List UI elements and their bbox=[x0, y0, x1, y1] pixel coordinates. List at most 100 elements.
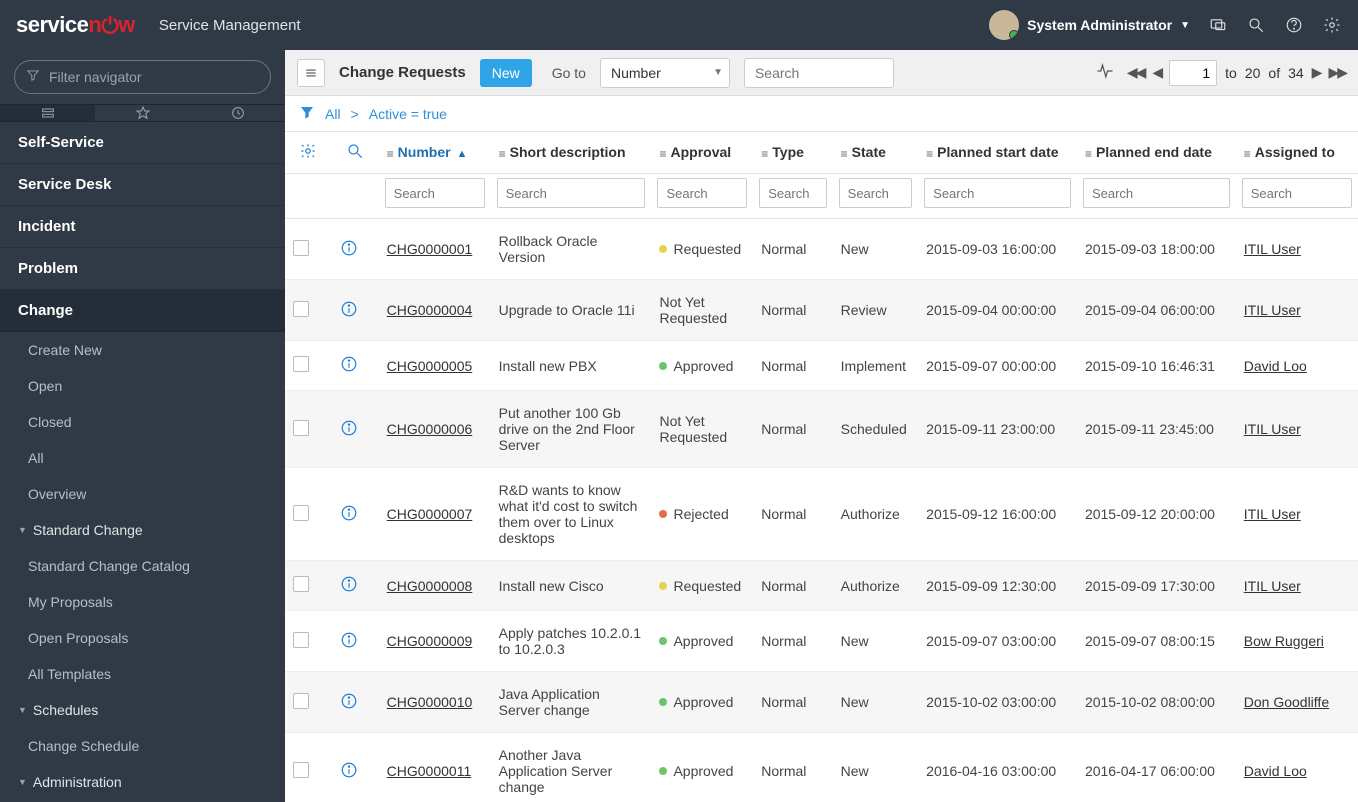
nav-module-all-templates[interactable]: All Templates bbox=[0, 656, 285, 692]
gear-icon[interactable] bbox=[1322, 15, 1342, 35]
number-link[interactable]: CHG0000004 bbox=[387, 302, 473, 318]
column-short-description[interactable]: ≡Short description bbox=[491, 132, 652, 174]
assigned-to-link[interactable]: David Loo bbox=[1244, 763, 1307, 779]
activity-icon[interactable] bbox=[1095, 61, 1115, 84]
column-gear[interactable] bbox=[285, 132, 332, 174]
column-assigned-to[interactable]: ≡Assigned to bbox=[1236, 132, 1358, 174]
column-number[interactable]: ≡Number ▲ bbox=[379, 132, 491, 174]
nav-module-open[interactable]: Open bbox=[0, 368, 285, 404]
status-dot-icon bbox=[659, 698, 667, 706]
search-assigned-to[interactable] bbox=[1242, 178, 1352, 208]
info-icon[interactable] bbox=[340, 636, 358, 652]
nav-group-schedules[interactable]: ▼Schedules bbox=[0, 692, 285, 728]
row-checkbox[interactable] bbox=[293, 632, 309, 648]
funnel-icon[interactable] bbox=[299, 102, 315, 125]
goto-field-select[interactable]: Number ▼ bbox=[600, 58, 730, 88]
number-link[interactable]: CHG0000006 bbox=[387, 421, 473, 437]
breadcrumb-condition[interactable]: Active = true bbox=[369, 106, 447, 122]
info-icon[interactable] bbox=[340, 424, 358, 440]
nav-module-closed[interactable]: Closed bbox=[0, 404, 285, 440]
cell-planned-start: 2015-09-09 12:30:00 bbox=[918, 561, 1077, 611]
search-short-description[interactable] bbox=[497, 178, 646, 208]
info-icon[interactable] bbox=[340, 360, 358, 376]
nav-app-problem[interactable]: Problem bbox=[0, 248, 285, 290]
filter-navigator-input[interactable] bbox=[14, 60, 271, 94]
nav-tab-favorites[interactable] bbox=[95, 105, 190, 121]
assigned-to-link[interactable]: Don Goodliffe bbox=[1244, 694, 1329, 710]
number-link[interactable]: CHG0000010 bbox=[387, 694, 473, 710]
search-number[interactable] bbox=[385, 178, 485, 208]
list-menu-button[interactable] bbox=[297, 59, 325, 87]
row-checkbox[interactable] bbox=[293, 693, 309, 709]
row-checkbox[interactable] bbox=[293, 505, 309, 521]
number-link[interactable]: CHG0000007 bbox=[387, 506, 473, 522]
column-planned-end[interactable]: ≡Planned end date bbox=[1077, 132, 1236, 174]
row-checkbox[interactable] bbox=[293, 576, 309, 592]
nav-app-change[interactable]: Change bbox=[0, 290, 285, 332]
nav-module-all[interactable]: All bbox=[0, 440, 285, 476]
pager-first[interactable]: ◀◀ bbox=[1127, 64, 1145, 81]
nav-tab-all[interactable] bbox=[0, 105, 95, 121]
nav-module-create-new[interactable]: Create New bbox=[0, 332, 285, 368]
info-icon[interactable] bbox=[340, 305, 358, 321]
help-icon[interactable] bbox=[1284, 15, 1304, 35]
cell-state: New bbox=[833, 219, 919, 280]
row-checkbox[interactable] bbox=[293, 356, 309, 372]
row-checkbox[interactable] bbox=[293, 762, 309, 778]
row-checkbox[interactable] bbox=[293, 240, 309, 256]
info-icon[interactable] bbox=[340, 766, 358, 782]
nav-module-standard-change-catalog[interactable]: Standard Change Catalog bbox=[0, 548, 285, 584]
search-approval[interactable] bbox=[657, 178, 747, 208]
nav-app-service-desk[interactable]: Service Desk bbox=[0, 164, 285, 206]
nav-tab-history[interactable] bbox=[190, 105, 285, 121]
number-link[interactable]: CHG0000011 bbox=[387, 763, 472, 779]
goto-search-input[interactable] bbox=[744, 58, 894, 88]
number-link[interactable]: CHG0000005 bbox=[387, 358, 473, 374]
banner-right: System Administrator ▼ bbox=[989, 10, 1342, 40]
breadcrumb-all[interactable]: All bbox=[325, 106, 341, 122]
nav-module-change-schedule[interactable]: Change Schedule bbox=[0, 728, 285, 764]
info-icon[interactable] bbox=[340, 697, 358, 713]
search-planned-end[interactable] bbox=[1083, 178, 1230, 208]
pager-prev[interactable]: ◀ bbox=[1152, 64, 1161, 81]
number-link[interactable]: CHG0000001 bbox=[387, 241, 473, 257]
pager-last[interactable]: ▶▶ bbox=[1328, 64, 1346, 81]
column-approval[interactable]: ≡Approval bbox=[651, 132, 753, 174]
nav-module-open-proposals[interactable]: Open Proposals bbox=[0, 620, 285, 656]
assigned-to-link[interactable]: ITIL User bbox=[1244, 421, 1301, 437]
assigned-to-link[interactable]: ITIL User bbox=[1244, 241, 1301, 257]
column-state[interactable]: ≡State bbox=[833, 132, 919, 174]
nav-module-overview[interactable]: Overview bbox=[0, 476, 285, 512]
column-search-toggle[interactable] bbox=[332, 132, 379, 174]
cell-type: Normal bbox=[753, 468, 832, 561]
pager-next[interactable]: ▶ bbox=[1312, 64, 1321, 81]
row-checkbox[interactable] bbox=[293, 301, 309, 317]
pager-current-input[interactable] bbox=[1169, 60, 1217, 86]
logo: servicen⏻w bbox=[16, 12, 135, 38]
nav-module-my-proposals[interactable]: My Proposals bbox=[0, 584, 285, 620]
number-link[interactable]: CHG0000008 bbox=[387, 578, 473, 594]
nav-group-administration[interactable]: ▼Administration bbox=[0, 764, 285, 800]
nav-app-incident[interactable]: Incident bbox=[0, 206, 285, 248]
chat-icon[interactable] bbox=[1208, 15, 1228, 35]
info-icon[interactable] bbox=[340, 580, 358, 596]
user-menu[interactable]: System Administrator ▼ bbox=[989, 10, 1190, 40]
info-icon[interactable] bbox=[340, 509, 358, 525]
assigned-to-link[interactable]: ITIL User bbox=[1244, 302, 1301, 318]
row-checkbox[interactable] bbox=[293, 420, 309, 436]
column-type[interactable]: ≡Type bbox=[753, 132, 832, 174]
nav-app-self-service[interactable]: Self-Service bbox=[0, 122, 285, 164]
assigned-to-link[interactable]: ITIL User bbox=[1244, 578, 1301, 594]
search-type[interactable] bbox=[759, 178, 826, 208]
column-planned-start[interactable]: ≡Planned start date bbox=[918, 132, 1077, 174]
nav-group-standard-change[interactable]: ▼Standard Change bbox=[0, 512, 285, 548]
assigned-to-link[interactable]: ITIL User bbox=[1244, 506, 1301, 522]
info-icon[interactable] bbox=[340, 244, 358, 260]
number-link[interactable]: CHG0000009 bbox=[387, 633, 473, 649]
search-state[interactable] bbox=[839, 178, 913, 208]
new-button[interactable]: New bbox=[480, 59, 532, 87]
assigned-to-link[interactable]: Bow Ruggeri bbox=[1244, 633, 1324, 649]
assigned-to-link[interactable]: David Loo bbox=[1244, 358, 1307, 374]
search-icon[interactable] bbox=[1246, 15, 1266, 35]
search-planned-start[interactable] bbox=[924, 178, 1071, 208]
